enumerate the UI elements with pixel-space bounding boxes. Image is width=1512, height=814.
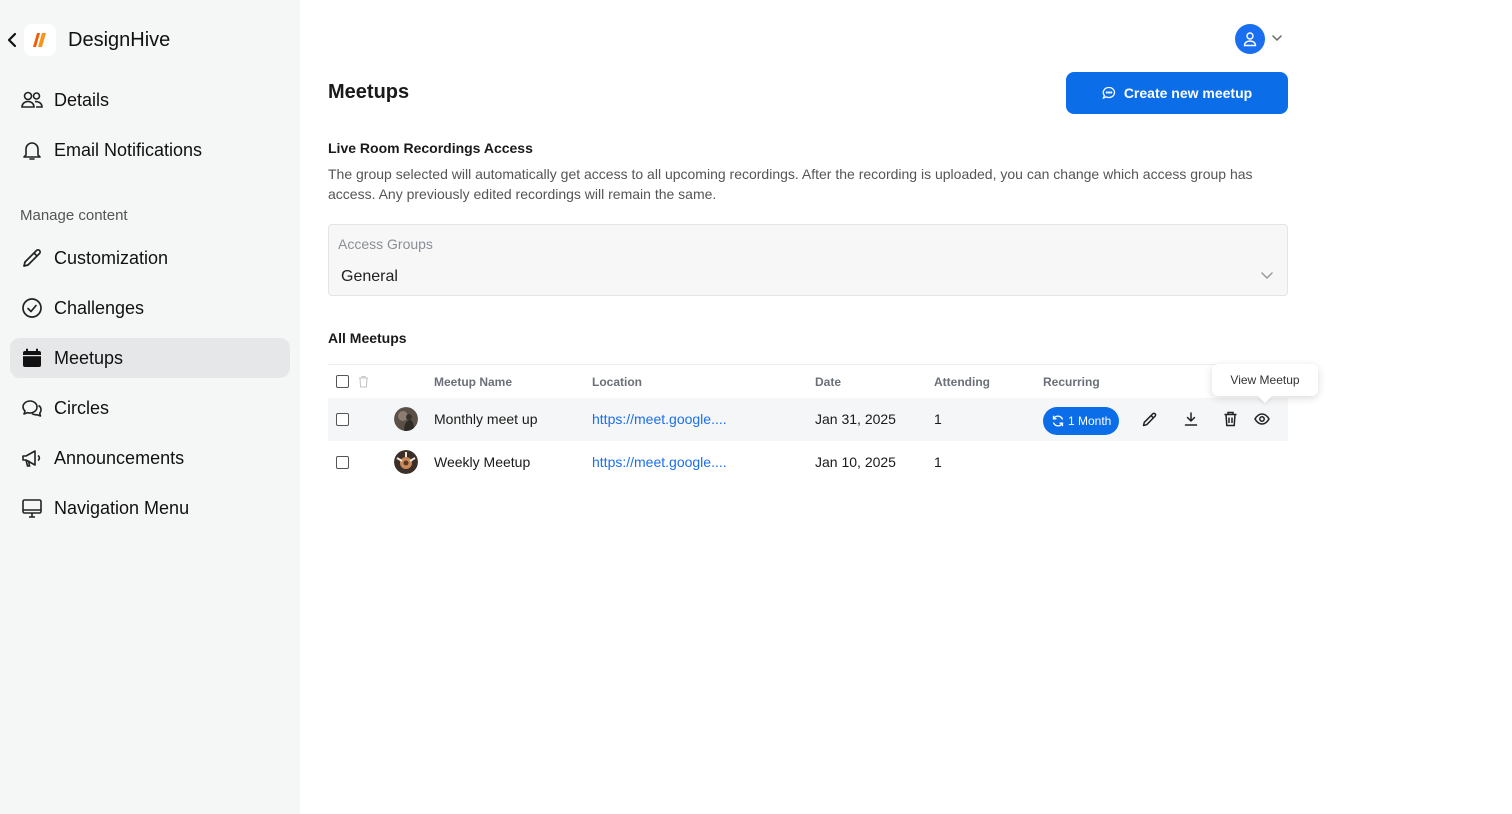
edit-button[interactable] [1140, 410, 1158, 428]
column-header-attending[interactable]: Attending [934, 375, 990, 389]
user-icon [1243, 32, 1257, 47]
monitor-icon [20, 496, 44, 520]
trash-icon[interactable] [358, 375, 369, 388]
recurring-badge[interactable]: 1 Month [1043, 407, 1120, 435]
sidebar-item-label: Announcements [54, 447, 185, 468]
sidebar-item-details[interactable]: Details [10, 80, 290, 120]
table-header: Meetup Name Location Date Attending Recu… [328, 364, 1288, 398]
sidebar-item-label: Navigation Menu [54, 497, 190, 518]
chevron-down-icon[interactable] [1270, 31, 1284, 45]
meetup-name: Weekly Meetup [434, 454, 531, 470]
access-groups-value: General [341, 268, 398, 285]
check-circle-icon [20, 296, 44, 320]
meetup-location-link[interactable]: https://meet.google.... [592, 411, 727, 427]
meetup-attending: 1 [934, 454, 942, 470]
meetups-table: Meetup Name Location Date Attending Recu… [328, 364, 1288, 484]
sidebar-item-announcements[interactable]: Announcements [10, 438, 290, 478]
pencil-icon [1142, 412, 1156, 426]
meetup-location-link[interactable]: https://meet.google.... [592, 454, 727, 470]
column-header-date[interactable]: Date [815, 375, 841, 389]
select-all-checkbox[interactable] [336, 375, 349, 388]
eye-icon [1254, 413, 1270, 425]
meetup-date: Jan 10, 2025 [815, 454, 896, 470]
refresh-icon [1052, 415, 1064, 427]
brand-logo [24, 24, 56, 56]
table-row[interactable]: Monthly meet up https://meet.google.... … [328, 398, 1288, 441]
back-button[interactable] [2, 20, 22, 60]
bell-icon [20, 138, 44, 162]
megaphone-icon [20, 446, 44, 470]
users-icon [20, 88, 44, 112]
meetup-attending: 1 [934, 411, 942, 427]
recurring-label: 1 Month [1068, 414, 1112, 428]
download-icon [1184, 412, 1198, 426]
recordings-title: Live Room Recordings Access [328, 140, 533, 156]
sidebar-item-customization[interactable]: Customization [10, 238, 290, 278]
sidebar-item-label: Details [54, 89, 110, 110]
delete-button[interactable] [1221, 410, 1239, 428]
row-checkbox[interactable] [336, 456, 349, 469]
column-header-recurring[interactable]: Recurring [1043, 375, 1100, 389]
trash-icon [1224, 411, 1236, 427]
all-meetups-title: All Meetups [328, 330, 407, 346]
view-button[interactable] [1253, 410, 1271, 428]
view-meetup-tooltip: View Meetup [1212, 364, 1318, 396]
column-header-location[interactable]: Location [592, 375, 642, 389]
section-label-manage-content: Manage content [20, 207, 128, 224]
meetup-name: Monthly meet up [434, 411, 538, 427]
chat-bubbles-icon [20, 396, 44, 420]
sidebar-item-email-notifications[interactable]: Email Notifications [10, 130, 290, 170]
column-header-name[interactable]: Meetup Name [434, 375, 512, 389]
meetup-thumbnail [394, 450, 418, 474]
pencil-icon [20, 246, 44, 270]
sidebar-item-meetups[interactable]: Meetups [10, 338, 290, 378]
calendar-icon [20, 346, 44, 370]
page-title: Meetups [328, 81, 410, 103]
brand-name: DesignHive [68, 28, 171, 51]
chevron-down-icon [1261, 272, 1273, 280]
sidebar-item-challenges[interactable]: Challenges [10, 288, 290, 328]
meetup-date: Jan 31, 2025 [815, 411, 896, 427]
sidebar-item-label: Circles [54, 397, 110, 418]
sidebar-item-label: Meetups [54, 347, 124, 368]
create-meetup-label: Create new meetup [1123, 85, 1253, 101]
sidebar-item-navigation-menu[interactable]: Navigation Menu [10, 488, 290, 528]
chevron-left-icon [7, 32, 17, 48]
access-groups-label: Access Groups [338, 236, 433, 252]
brand-header: DesignHive [0, 20, 170, 60]
sidebar-item-circles[interactable]: Circles [10, 388, 290, 428]
sidebar-item-label: Email Notifications [54, 139, 203, 160]
table-row[interactable]: Weekly Meetup https://meet.google.... Ja… [328, 441, 1288, 484]
recordings-description: The group selected will automatically ge… [328, 166, 1253, 202]
create-meetup-button[interactable]: Create new meetup [1066, 72, 1288, 114]
user-avatar-button[interactable] [1235, 24, 1265, 54]
sidebar-item-label: Customization [54, 247, 169, 268]
chat-icon [1102, 86, 1115, 100]
access-groups-select[interactable]: Access Groups General [328, 224, 1288, 296]
row-checkbox[interactable] [336, 413, 349, 426]
sidebar-item-label: Challenges [54, 297, 145, 318]
sidebar: DesignHive Details Email Notifications M… [0, 0, 300, 814]
meetup-thumbnail [394, 407, 418, 431]
download-button[interactable] [1182, 410, 1200, 428]
